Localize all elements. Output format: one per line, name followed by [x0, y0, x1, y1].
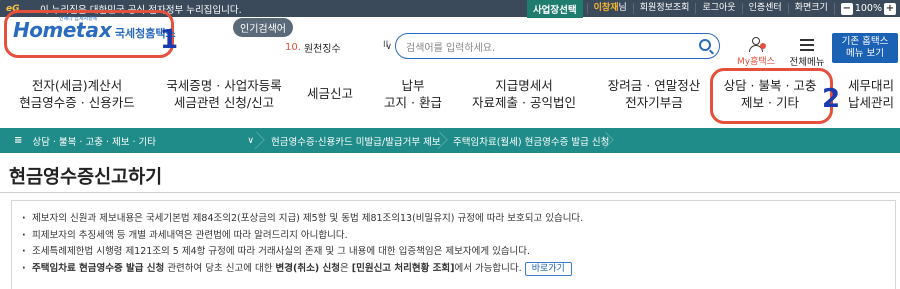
- breadcrumb-level1: 상담 · 불복 · 고충 · 제보 · 기타: [32, 136, 157, 148]
- cert-center-link[interactable]: 인증센터: [741, 3, 788, 14]
- all-menu-label: 전체메뉴: [789, 57, 825, 68]
- nav-item-payment-statement[interactable]: 지급명세서 자료제출 · 공익법인: [468, 77, 580, 111]
- goto-button[interactable]: 바로가기: [524, 261, 572, 276]
- nav-item-e-invoice[interactable]: 전자(세금)계산서 현금영수증 · 신용카드: [18, 77, 136, 111]
- hamburger-icon: ≡: [14, 135, 23, 146]
- zoom-out-button[interactable]: −: [840, 2, 853, 15]
- nav-label: 납부: [401, 78, 425, 93]
- notice-bold: 변경(취소) 신청: [275, 262, 340, 274]
- nav-item-tax-report[interactable]: 세금신고: [300, 85, 360, 102]
- logout-link[interactable]: 로그아웃: [695, 3, 741, 14]
- notice-item: 주택임차료 현금영수증 발급 신청 관련하여 당초 신고에 대한 변경(취소) …: [22, 261, 583, 278]
- zoom-in-button[interactable]: +: [884, 2, 896, 15]
- nav-label: 지급명세서: [495, 78, 553, 93]
- nav-item-certificates[interactable]: 국세증명 · 사업자등록 세금관련 신청/신고: [160, 77, 288, 111]
- nav-label: 현금영수증 · 신용카드: [19, 95, 135, 110]
- logo-tax-text: tax: [75, 18, 112, 42]
- popular-rank: 10.: [285, 41, 301, 53]
- notice-bold: 주택임차료 현금영수증 발급 신청: [32, 262, 165, 274]
- annotation-number-2: 2: [822, 84, 841, 114]
- breadcrumb-level3: 주택임차료(월세) 현금영수증 발급 신청: [453, 136, 610, 148]
- user-name: 이창재: [593, 3, 619, 13]
- notice-text: 은: [339, 262, 352, 274]
- notice-item: 피제보자의 추징세액 등 개별 과세내역은 관련법에 따라 알려드리지 아니합니…: [22, 228, 583, 245]
- nav-label: 자료제출 · 공익법인: [472, 95, 576, 110]
- popular-search-label: 인기검색어: [233, 18, 293, 37]
- classic-line2: 메뉴 보기: [846, 48, 884, 59]
- zoom-control: − 100% +: [833, 2, 896, 15]
- nav-label: 고지 · 환급: [384, 95, 442, 110]
- my-hometax-label: My홈택스: [737, 57, 775, 67]
- nav-label: 전자(세금)계산서: [31, 78, 123, 93]
- business-select-button[interactable]: 사업장선택: [526, 0, 583, 18]
- popular-search-select[interactable]: 10. 원천징수 ∨: [285, 37, 392, 57]
- annotation-number-1: 1: [160, 25, 179, 55]
- nav-label: 세금신고: [306, 86, 353, 101]
- nav-label: 국세증명 · 사업자등록: [166, 78, 282, 93]
- popular-term: 원천징수: [303, 43, 341, 55]
- hamburger-icon: [800, 39, 814, 51]
- breadcrumb-menu[interactable]: ≡ 상담 · 불복 · 고충 · 제보 · 기타 ∨: [14, 128, 254, 153]
- search-placeholder: 검색어를 입력하세요.: [406, 42, 496, 54]
- zoom-level: 100%: [854, 3, 882, 14]
- nav-item-tax-agent[interactable]: 세무대리 납세관리: [843, 77, 899, 111]
- notice-bold: [민원신고 처리현황 조회]: [351, 262, 455, 274]
- user-suffix: 님: [618, 3, 627, 13]
- classic-line1: 기존 홈택스: [841, 36, 889, 47]
- notice-item: 조세특례제한법 시행령 제121조의 5 제4항 규정에 따라 거래사실의 존재…: [22, 244, 583, 261]
- logo-home-text: Home: [13, 18, 76, 42]
- nav-label: 전자기부금: [625, 95, 683, 110]
- hometax-logo[interactable]: Home tax 국세청홈택스: [13, 18, 176, 42]
- nav-item-payment[interactable]: 납부 고지 · 환급: [378, 77, 448, 111]
- page-title: 현금영수증신고하기: [9, 167, 163, 188]
- pause-icon[interactable]: II: [383, 40, 388, 50]
- my-hometax-button[interactable]: My홈택스: [735, 37, 777, 67]
- breadcrumb-item-2[interactable]: 현금영수증·신용카드 미발급/발급거부 제보: [271, 128, 441, 153]
- notice-item: 제보자의 신원과 제보내용은 국세기본법 제84조의2(포상금의 지급) 제5항…: [22, 211, 583, 228]
- classic-hometax-button[interactable]: 기존 홈택스 메뉴 보기: [832, 33, 898, 63]
- nav-label: 납세관리: [847, 95, 894, 110]
- notice-box: 제보자의 신원과 제보내용은 국세기본법 제84조의2(포상금의 지급) 제5항…: [11, 200, 896, 289]
- notice-text: 에서 가능합니다.: [454, 262, 522, 274]
- all-menu-button[interactable]: 전체메뉴: [787, 37, 827, 68]
- annotation-box-2: [710, 68, 833, 124]
- nav-label: 장려금 · 연말정산: [607, 78, 701, 93]
- breadcrumb-level2: 현금영수증·신용카드 미발급/발급거부 제보: [271, 136, 441, 148]
- nav-label: 세무대리: [847, 78, 894, 93]
- nav-label: 세금관련 신청/신고: [173, 95, 275, 110]
- search-icon[interactable]: [699, 39, 711, 51]
- member-info-link[interactable]: 회원정보조회: [632, 3, 696, 14]
- screen-size-label: 화면크기: [787, 3, 834, 14]
- search-input[interactable]: 검색어를 입력하세요.: [395, 33, 720, 59]
- breadcrumb: ≡ 상담 · 불복 · 고충 · 제보 · 기타 ∨ 현금영수증·신용카드 미발…: [0, 128, 900, 153]
- notice-text: 관련하여 당초 신고에 대한: [164, 262, 276, 274]
- divider: [0, 192, 900, 193]
- nav-item-incentive[interactable]: 장려금 · 연말정산 전자기부금: [598, 77, 710, 111]
- user-icon: [748, 37, 766, 53]
- user-greeting: 이창재님: [586, 3, 633, 14]
